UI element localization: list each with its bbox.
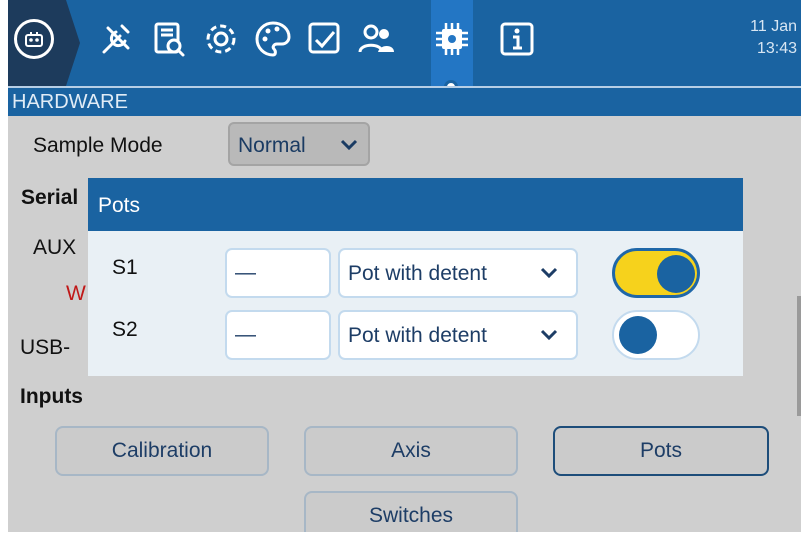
checklist-icon[interactable]: [304, 18, 346, 60]
date-text: 11 Jan: [750, 18, 797, 35]
home-chevron: [66, 0, 80, 86]
pot-type-dropdown[interactable]: Pot with detent: [338, 310, 578, 360]
pot-row-label: S2: [112, 318, 138, 341]
gear-icon[interactable]: [200, 18, 242, 60]
datetime: 11 Jan 13:43: [750, 16, 797, 60]
screen: 11 Jan 13:43 HARDWARE Sample Mode Normal…: [8, 0, 801, 532]
pot-enable-toggle[interactable]: [612, 248, 700, 298]
dialog-header: Pots: [88, 178, 743, 231]
robot-icon: [14, 19, 54, 59]
pot-name-value: —: [235, 261, 256, 284]
switches-button[interactable]: Switches: [304, 491, 518, 532]
pot-name-value: —: [235, 323, 256, 346]
dialog-title: Pots: [98, 194, 141, 217]
users-icon[interactable]: [356, 18, 398, 60]
chevron-down-icon: [540, 324, 558, 348]
scrollbar[interactable]: [797, 296, 801, 416]
pot-type-dropdown[interactable]: Pot with detent: [338, 248, 578, 298]
aux-label: AUX: [33, 236, 77, 259]
toggle-knob: [619, 316, 657, 354]
time-text: 13:43: [756, 40, 797, 57]
top-bar: 11 Jan 13:43: [8, 0, 801, 94]
home-button[interactable]: [8, 0, 66, 86]
sample-mode-dropdown[interactable]: Normal: [228, 122, 370, 166]
pot-name-input[interactable]: —: [225, 248, 331, 298]
pot-type-value: Pot with detent: [348, 324, 487, 347]
sample-mode-value: Normal: [238, 134, 306, 157]
serial-heading: Serial: [21, 186, 79, 209]
warning-label: W: [66, 282, 86, 305]
toggle-knob: [657, 255, 695, 293]
axis-button[interactable]: Axis: [304, 426, 518, 476]
calibration-button[interactable]: Calibration: [55, 426, 269, 476]
chip-icon: [431, 18, 473, 60]
pot-name-input[interactable]: —: [225, 310, 331, 360]
chevron-down-icon: [540, 262, 558, 286]
tab-hardware[interactable]: [431, 0, 473, 86]
palette-icon[interactable]: [252, 18, 294, 60]
inputs-heading: Inputs: [20, 385, 83, 408]
section-header: HARDWARE: [8, 86, 801, 116]
sample-mode-label: Sample Mode: [33, 134, 163, 157]
chevron-down-icon: [340, 134, 358, 158]
pot-enable-toggle[interactable]: [612, 310, 700, 360]
info-icon[interactable]: [496, 18, 538, 60]
pot-row-label: S1: [112, 256, 138, 279]
model-icon[interactable]: [148, 18, 190, 60]
pot-type-value: Pot with detent: [348, 262, 487, 285]
pots-button[interactable]: Pots: [553, 426, 769, 476]
usb-label: USB-: [20, 336, 71, 359]
tools-icon[interactable]: [96, 18, 138, 60]
pots-dialog: Pots S1 — Pot with detent S2 — Pot with …: [88, 178, 743, 376]
section-title: HARDWARE: [12, 91, 128, 113]
